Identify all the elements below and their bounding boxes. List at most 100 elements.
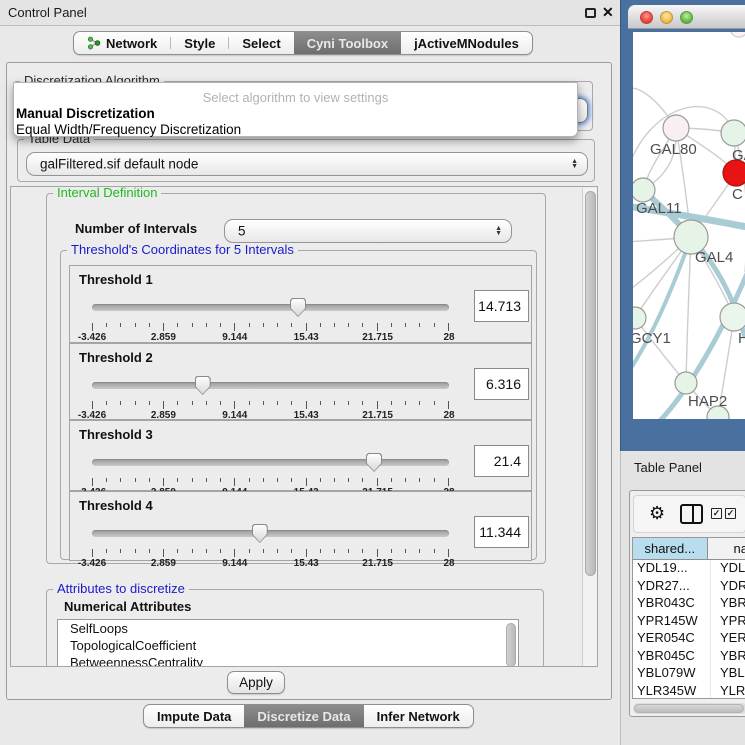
attribute-item[interactable]: TopologicalCoefficient bbox=[58, 637, 518, 654]
table-row[interactable]: YLR345WYLR3 bbox=[633, 683, 745, 700]
table-hscrollbar-track[interactable] bbox=[633, 703, 745, 714]
network-window-titlebar[interactable] bbox=[628, 5, 745, 29]
tick-mark bbox=[234, 549, 235, 557]
minimize-traffic-light[interactable] bbox=[660, 11, 673, 24]
apply-button[interactable]: Apply bbox=[227, 671, 285, 694]
tick-mark bbox=[120, 549, 121, 553]
node-table[interactable]: shared... na YDL19...YDL1YDR27...YDR2YBR… bbox=[632, 537, 745, 699]
slider-track[interactable] bbox=[92, 530, 449, 537]
attribute-item[interactable]: BetweennessCentrality bbox=[58, 654, 518, 667]
slider-tick-labels: -3.4262.8599.14415.4321.71528 bbox=[92, 332, 449, 343]
table-row[interactable]: YDR27...YDR2 bbox=[633, 578, 745, 596]
checkbox-icon[interactable]: ✓ bbox=[725, 508, 736, 519]
table-row[interactable]: YBR045CYBR0 bbox=[633, 648, 745, 666]
column-header-shared-name[interactable]: shared... bbox=[633, 538, 708, 559]
tab-style[interactable]: Style bbox=[171, 32, 228, 54]
slider-track[interactable] bbox=[92, 382, 449, 389]
threshold-1-value-field[interactable]: 14.713 bbox=[474, 290, 529, 322]
tab-discretize-data[interactable]: Discretize Data bbox=[244, 705, 363, 727]
table-row[interactable]: YBR043CYBR0 bbox=[633, 595, 745, 613]
tick-mark bbox=[263, 401, 264, 405]
slider-thumb[interactable] bbox=[366, 453, 382, 472]
tab-network[interactable]: Network bbox=[74, 32, 170, 54]
threshold-1-slider[interactable] bbox=[92, 296, 449, 320]
tab-jactivemnodules[interactable]: jActiveMNodules bbox=[401, 32, 532, 54]
tick-mark bbox=[377, 323, 378, 331]
cell-name[interactable]: YLR3 bbox=[711, 683, 745, 700]
checkbox-icon[interactable]: ✓ bbox=[711, 508, 722, 519]
cell-shared-name[interactable]: YBR043C bbox=[633, 595, 711, 613]
table-row[interactable]: YDL19...YDL1 bbox=[633, 560, 745, 578]
option-manual-discretization[interactable]: Manual Discretization bbox=[16, 106, 155, 121]
cell-shared-name[interactable]: YPR145W bbox=[633, 613, 711, 631]
tick-mark bbox=[192, 549, 193, 553]
cell-name[interactable]: YBR0 bbox=[711, 595, 745, 613]
cell-name[interactable]: YBR0 bbox=[711, 648, 745, 666]
threshold-2-value-field[interactable]: 6.316 bbox=[474, 368, 529, 400]
slider-thumb[interactable] bbox=[195, 376, 211, 395]
tick-mark bbox=[419, 549, 420, 553]
cell-shared-name[interactable]: YLR345W bbox=[633, 683, 711, 700]
cell-name[interactable]: YPR1 bbox=[711, 613, 745, 631]
tick-label: 28 bbox=[443, 332, 454, 343]
cell-name[interactable]: YER0 bbox=[711, 630, 745, 648]
cell-shared-name[interactable]: YER054C bbox=[633, 630, 711, 648]
tab-network-label: Network bbox=[106, 36, 157, 51]
tab-select[interactable]: Select bbox=[229, 32, 293, 54]
cell-name[interactable]: YDR2 bbox=[711, 578, 745, 596]
cell-name[interactable]: YBL0 bbox=[711, 665, 745, 683]
table-row[interactable]: YBL079WYBL0 bbox=[633, 665, 745, 683]
float-window-icon[interactable] bbox=[585, 8, 596, 18]
attribute-items: SelfLoopsTopologicalCoefficientBetweenne… bbox=[58, 620, 518, 667]
table-data-combobox[interactable]: galFiltered.sif default node ▲▼ bbox=[26, 152, 588, 176]
tick-mark bbox=[263, 549, 264, 553]
tick-mark bbox=[106, 549, 107, 553]
cell-shared-name[interactable]: YDL19... bbox=[633, 560, 711, 578]
table-hscrollbar-thumb[interactable] bbox=[634, 704, 744, 713]
tab-infer-network[interactable]: Infer Network bbox=[364, 705, 473, 727]
interval-definition-group: Interval Definition Number of Intervals … bbox=[46, 193, 546, 564]
zoom-traffic-light[interactable] bbox=[680, 11, 693, 24]
slider-track[interactable] bbox=[92, 459, 449, 466]
main-scrollbar-track[interactable] bbox=[582, 188, 598, 666]
tick-mark bbox=[249, 549, 250, 553]
table-data-value: galFiltered.sif default node bbox=[40, 157, 198, 172]
cell-shared-name[interactable]: YDR27... bbox=[633, 578, 711, 596]
tick-label: 21.715 bbox=[362, 558, 393, 569]
network-canvas[interactable]: GAL80 GA C GAL11 GAL4 GCY1 H HAP2 bbox=[633, 32, 745, 419]
tick-mark bbox=[291, 401, 292, 405]
split-columns-icon[interactable] bbox=[680, 504, 703, 524]
tab-impute-data[interactable]: Impute Data bbox=[144, 705, 244, 727]
attribute-item[interactable]: SelfLoops bbox=[58, 620, 518, 637]
threshold-3-value-field[interactable]: 21.4 bbox=[474, 445, 529, 477]
table-panel-body: ⚙ ✓ ✓ shared... na YDL19...YDL1YDR27...Y… bbox=[629, 490, 745, 717]
close-icon[interactable]: ✕ bbox=[602, 4, 614, 21]
cell-name[interactable]: YDL1 bbox=[711, 560, 745, 578]
close-traffic-light[interactable] bbox=[640, 11, 653, 24]
table-row[interactable]: YER054CYER0 bbox=[633, 630, 745, 648]
cell-shared-name[interactable]: YBR045C bbox=[633, 648, 711, 666]
table-row[interactable]: YPR145WYPR1 bbox=[633, 613, 745, 631]
network-view-window[interactable]: GAL80 GA C GAL11 GAL4 GCY1 H HAP2 bbox=[620, 0, 745, 451]
threshold-4-label: Threshold 4 bbox=[79, 498, 153, 513]
node-label-hap2: HAP2 bbox=[688, 393, 727, 410]
slider-thumb[interactable] bbox=[252, 524, 268, 543]
slider-track[interactable] bbox=[92, 304, 449, 311]
main-scrollbar-thumb[interactable] bbox=[585, 191, 596, 576]
list-scrollbar[interactable] bbox=[506, 623, 516, 667]
option-equal-width-frequency[interactable]: Equal Width/Frequency Discretization bbox=[16, 122, 241, 137]
tick-mark bbox=[249, 323, 250, 327]
threshold-2-slider[interactable] bbox=[92, 374, 449, 398]
slider-thumb[interactable] bbox=[290, 298, 306, 317]
cell-shared-name[interactable]: YBL079W bbox=[633, 665, 711, 683]
table-panel-title: Table Panel bbox=[634, 460, 702, 475]
threshold-4-value-field[interactable]: 11.344 bbox=[474, 516, 529, 548]
numerical-attributes-list[interactable]: SelfLoopsTopologicalCoefficientBetweenne… bbox=[57, 619, 519, 667]
tab-cyni-toolbox[interactable]: Cyni Toolbox bbox=[294, 32, 401, 54]
tick-mark bbox=[177, 401, 178, 405]
gear-icon[interactable]: ⚙ bbox=[649, 503, 665, 523]
threshold-4-slider[interactable] bbox=[92, 522, 449, 546]
threshold-3-slider[interactable] bbox=[92, 451, 449, 475]
column-header-name[interactable]: na bbox=[708, 538, 745, 559]
number-of-intervals-combobox[interactable]: 5 ▲▼ bbox=[224, 219, 512, 243]
